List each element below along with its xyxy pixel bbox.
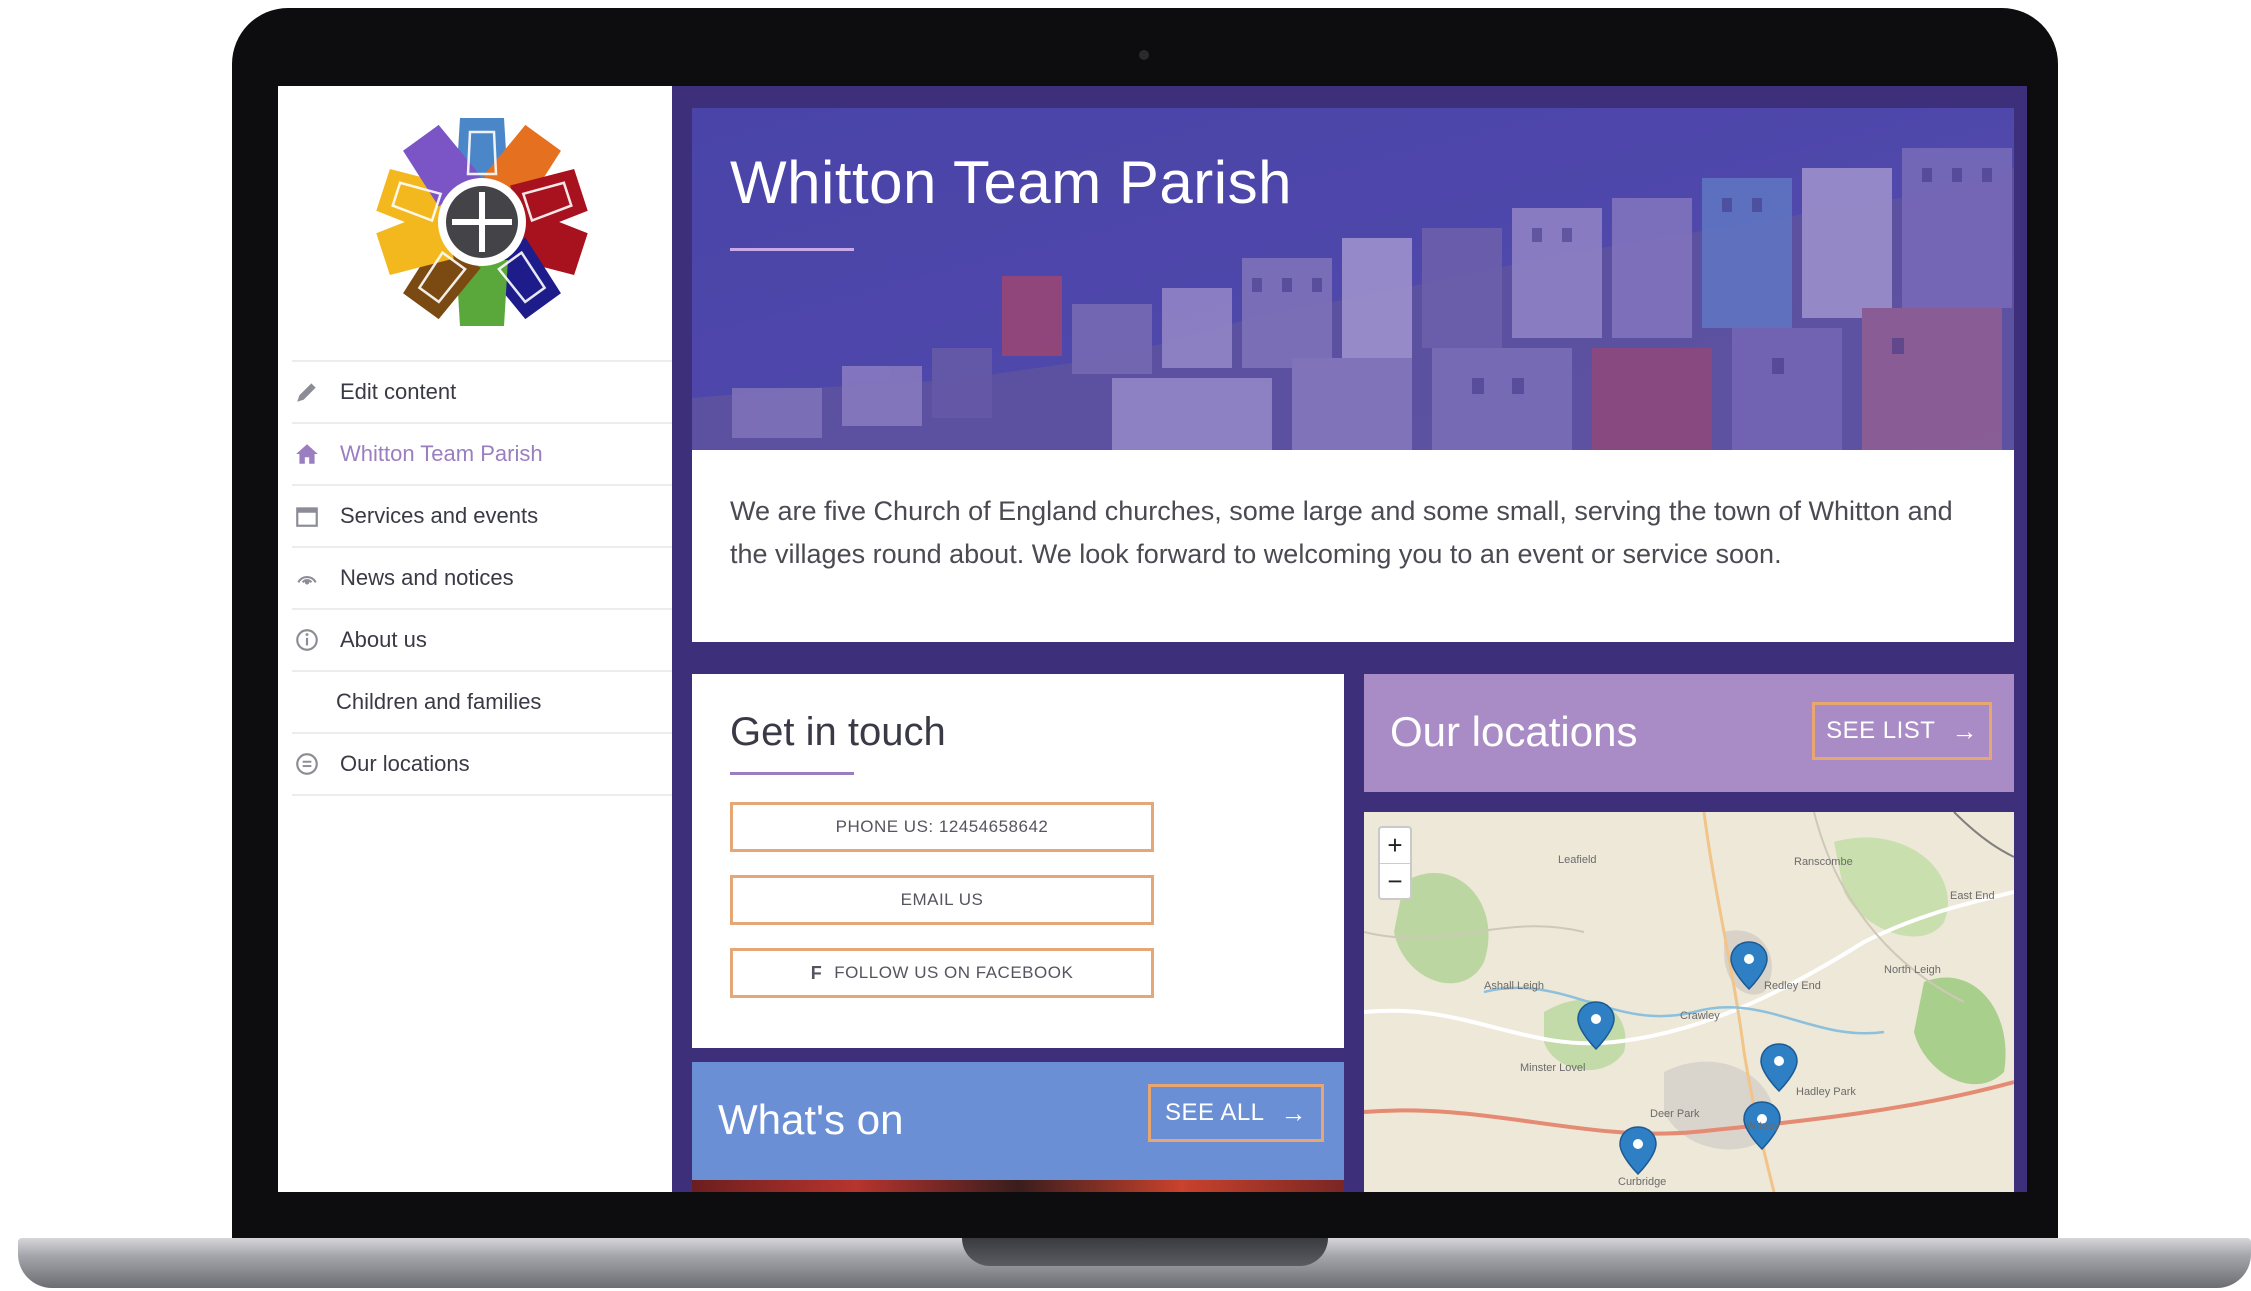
sidebar-item-label: About us (340, 627, 427, 652)
sidebar-item-label: Whitton Team Parish (340, 441, 543, 466)
intro-panel: We are five Church of England churches, … (692, 450, 2014, 642)
map-place-label: Deer Park (1650, 1108, 1700, 1120)
active-indicator (674, 444, 686, 464)
heading-underline (730, 772, 854, 775)
get-in-touch-heading: Get in touch (730, 710, 946, 754)
see-list-button[interactable]: SEE LIST → (1812, 702, 1992, 760)
locations-map[interactable]: Leafield Ranscombe East End Redley End N… (1364, 812, 2014, 1192)
facebook-button[interactable]: f FOLLOW US ON FACEBOOK (730, 948, 1154, 998)
zoom-out-button[interactable]: − (1380, 864, 1410, 899)
location-icon (292, 749, 322, 779)
see-all-button[interactable]: SEE ALL → (1148, 1084, 1324, 1142)
map-place-label: Crawley (1680, 1010, 1720, 1022)
parish-logo-icon (376, 118, 588, 326)
zoom-in-button[interactable]: + (1380, 828, 1410, 864)
arrow-right-icon: → (1280, 1097, 1308, 1128)
our-locations-heading: Our locations (1390, 708, 1638, 755)
get-in-touch-panel: Get in touch PHONE US: 12454658642 EMAIL… (692, 674, 1344, 1048)
whats-on-image (692, 1180, 1344, 1192)
map-place-label: Minster Lovel (1520, 1062, 1586, 1074)
map-place-label: Ranscombe (1794, 856, 1853, 868)
sidebar-item-label: Our locations (340, 751, 470, 776)
sidebar-item-children-and-families[interactable]: Children and families (292, 672, 672, 734)
map-zoom-control: + − (1378, 826, 1412, 900)
map-place-label: North Leigh (1884, 964, 1941, 976)
laptop-hinge (962, 1238, 1328, 1266)
phone-button[interactable]: PHONE US: 12454658642 (730, 802, 1154, 852)
sidebar-item-our-locations[interactable]: Our locations (292, 734, 672, 796)
facebook-icon: f (810, 962, 823, 983)
info-icon (292, 625, 322, 655)
whats-on-heading: What's on (718, 1096, 904, 1143)
map-place-label: East End (1950, 890, 1995, 902)
title-underline (730, 248, 854, 251)
hero-banner: Whitton Team Parish (692, 108, 2014, 450)
sidebar-item-label: News and notices (340, 565, 514, 590)
our-locations-header: Our locations SEE LIST → (1364, 674, 2014, 792)
map-place-label: Leafield (1558, 854, 1597, 866)
camera-dot (1139, 50, 1149, 60)
broadcast-icon (292, 563, 322, 593)
page-title: Whitton Team Parish (730, 149, 1292, 216)
whats-on-header: What's on SEE ALL → (692, 1062, 1344, 1192)
sidebar: Edit content Whitton Team Parish Service… (278, 86, 686, 1192)
sidebar-item-whitton-team-parish[interactable]: Whitton Team Parish (292, 424, 686, 486)
map-tiles (1364, 812, 2014, 1192)
website-screen: Edit content Whitton Team Parish Service… (278, 86, 2027, 1192)
map-place-label: Curbridge (1618, 1176, 1667, 1188)
pencil-icon (292, 377, 322, 407)
map-place-label: Ashall Leigh (1484, 980, 1544, 992)
calendar-icon (292, 501, 322, 531)
map-place-label: Redley End (1764, 980, 1821, 992)
sidebar-item-services-and-events[interactable]: Services and events (292, 486, 672, 548)
home-icon (292, 439, 322, 469)
sidebar-item-edit-content[interactable]: Edit content (292, 360, 672, 424)
intro-text: We are five Church of England churches, … (730, 496, 1953, 569)
map-place-label: Hadley Park (1796, 1086, 1856, 1098)
sidebar-item-label: Services and events (340, 503, 539, 528)
arrow-right-icon: → (1951, 715, 1978, 746)
sidebar-item-label: Edit content (340, 379, 457, 404)
sidebar-item-about-us[interactable]: About us (292, 610, 672, 672)
sidebar-item-label: Children and families (336, 689, 542, 714)
map-place-label: Witney (1746, 1120, 1780, 1132)
sidebar-item-news-and-notices[interactable]: News and notices (292, 548, 672, 610)
sidebar-nav: Edit content Whitton Team Parish Service… (292, 360, 686, 796)
email-button[interactable]: EMAIL US (730, 875, 1154, 925)
